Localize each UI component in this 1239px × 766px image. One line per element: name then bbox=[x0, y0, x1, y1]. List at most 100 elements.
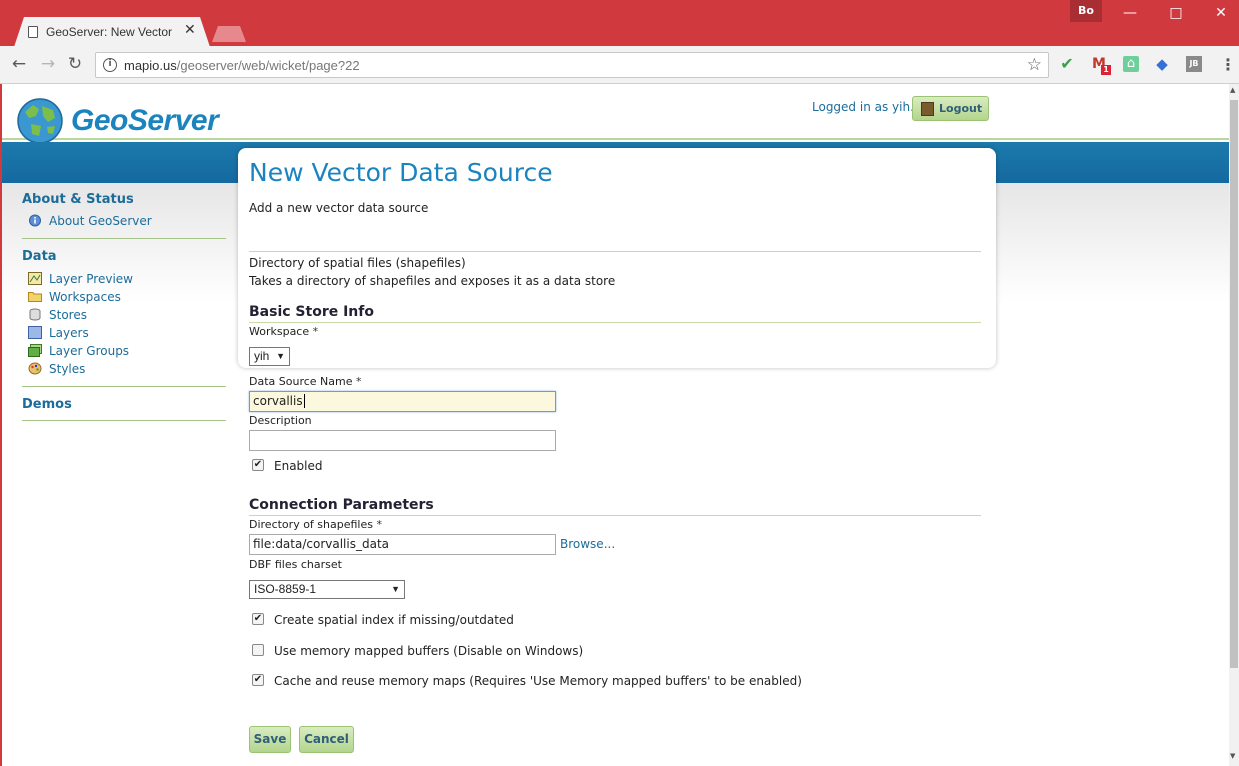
workspace-select[interactable]: yih ▼ bbox=[249, 347, 290, 366]
audio-extension-icon[interactable]: ⌂ bbox=[1123, 56, 1139, 72]
section-divider bbox=[249, 515, 981, 516]
reload-icon[interactable]: ↻ bbox=[65, 54, 85, 74]
jb-extension-icon[interactable]: JB bbox=[1186, 56, 1202, 72]
data-source-name-label: Data Source Name * bbox=[249, 375, 362, 388]
spatial-index-label: Create spatial index if missing/outdated bbox=[274, 613, 514, 627]
data-source-name-label-text: Data Source Name bbox=[249, 375, 353, 388]
memory-mapped-checkbox[interactable] bbox=[252, 644, 264, 656]
cache-memory-maps-label: Cache and reuse memory maps (Requires 'U… bbox=[274, 674, 802, 688]
window-close-icon[interactable]: ✕ bbox=[1206, 4, 1236, 22]
sidebar-item-workspaces[interactable]: Workspaces bbox=[22, 288, 226, 306]
logged-in-text: Logged in as yih. bbox=[812, 100, 914, 114]
sidebar-item-layer-groups[interactable]: Layer Groups bbox=[22, 342, 226, 360]
sidebar-divider bbox=[22, 386, 226, 387]
divider bbox=[249, 251, 981, 252]
url-text[interactable]: mapio.us/geoserver/web/wicket/page?22 bbox=[124, 58, 360, 73]
page-scrollbar[interactable]: ▲ ▼ bbox=[1229, 84, 1239, 766]
folder-icon bbox=[28, 292, 42, 302]
forward-icon[interactable]: → bbox=[38, 54, 58, 74]
scroll-up-icon[interactable]: ▲ bbox=[1230, 86, 1235, 94]
layers-extension-icon[interactable]: ◆ bbox=[1154, 56, 1170, 72]
basic-store-info-heading: Basic Store Info bbox=[249, 304, 374, 320]
sidebar-item-about-geoserver[interactable]: About GeoServer bbox=[22, 212, 226, 230]
database-icon bbox=[29, 308, 41, 321]
layer-icon bbox=[28, 326, 42, 339]
required-marker: * bbox=[312, 325, 319, 338]
sidebar-item-stores[interactable]: Stores bbox=[22, 306, 226, 324]
data-source-name-input[interactable]: corvallis bbox=[249, 391, 556, 412]
workspace-value: yih bbox=[254, 349, 270, 363]
minimize-icon[interactable]: — bbox=[1115, 4, 1145, 22]
page-icon bbox=[28, 26, 38, 38]
browser-titlebar: GeoServer: New Vector D ✕ Bo — □ ✕ bbox=[0, 0, 1239, 47]
bookmark-star-icon[interactable]: ☆ bbox=[1027, 55, 1042, 75]
sidebar-divider bbox=[22, 420, 226, 421]
window-border bbox=[0, 84, 2, 766]
scroll-down-icon[interactable]: ▼ bbox=[1230, 752, 1235, 760]
required-marker: * bbox=[376, 518, 382, 531]
sidebar-item-layer-preview[interactable]: Layer Preview bbox=[22, 270, 226, 288]
text-cursor bbox=[303, 394, 305, 408]
enabled-checkbox[interactable]: ✔ bbox=[252, 459, 264, 471]
logout-button[interactable]: Logout bbox=[912, 96, 989, 121]
back-icon[interactable]: ← bbox=[9, 54, 29, 74]
required-marker: * bbox=[356, 375, 362, 388]
enabled-label: Enabled bbox=[274, 459, 323, 473]
geoserver-logo-text[interactable]: GeoServer bbox=[71, 104, 219, 138]
connection-parameters-heading: Connection Parameters bbox=[249, 497, 434, 513]
spatial-index-checkbox[interactable]: ✔ bbox=[252, 613, 264, 625]
sidebar-heading-data[interactable]: Data bbox=[22, 249, 226, 264]
sidebar-item-layers[interactable]: Layers bbox=[22, 324, 226, 342]
address-bar[interactable]: i mapio.us/geoserver/web/wicket/page?22 … bbox=[95, 52, 1049, 78]
sidebar-item-label: Stores bbox=[49, 308, 87, 322]
workspace-label-text: Workspace bbox=[249, 325, 310, 338]
sidebar-nav: About & Status About GeoServer Data Laye… bbox=[22, 188, 226, 431]
directory-input[interactable]: file:data/corvallis_data bbox=[249, 534, 556, 555]
sidebar-item-label: About GeoServer bbox=[49, 214, 152, 228]
menu-icon[interactable]: ⋮ bbox=[1220, 55, 1236, 74]
tab-title: GeoServer: New Vector D bbox=[46, 25, 176, 39]
data-source-name-value: corvallis bbox=[253, 394, 303, 408]
sidebar-item-label: Layer Preview bbox=[49, 272, 133, 286]
memory-mapped-label: Use memory mapped buffers (Disable on Wi… bbox=[274, 644, 584, 658]
dropdown-arrow-icon: ▼ bbox=[276, 351, 285, 361]
geoserver-globe-icon bbox=[17, 98, 63, 144]
sidebar-item-styles[interactable]: Styles bbox=[22, 360, 226, 378]
url-path: /geoserver/web/wicket/page?22 bbox=[176, 58, 360, 73]
cancel-button[interactable]: Cancel bbox=[299, 726, 354, 753]
sidebar-item-label: Styles bbox=[49, 362, 86, 376]
scrollbar-thumb[interactable] bbox=[1230, 100, 1238, 668]
tab-close-icon[interactable]: ✕ bbox=[184, 22, 196, 38]
maximize-icon[interactable]: □ bbox=[1161, 4, 1191, 22]
workspace-label: Workspace * bbox=[249, 325, 318, 338]
store-type-name: Directory of spatial files (shapefiles) bbox=[249, 256, 466, 270]
sidebar-item-label: Workspaces bbox=[49, 290, 121, 304]
info-circle-icon bbox=[29, 214, 41, 227]
sidebar-heading-about[interactable]: About & Status bbox=[22, 192, 226, 207]
browse-link[interactable]: Browse... bbox=[560, 537, 615, 551]
profile-button[interactable]: Bo bbox=[1070, 0, 1102, 22]
logout-label: Logout bbox=[939, 102, 983, 115]
gmail-badge: 1 bbox=[1101, 65, 1111, 75]
section-divider bbox=[249, 322, 981, 323]
dropdown-arrow-icon: ▼ bbox=[391, 584, 400, 594]
charset-value: ISO-8859-1 bbox=[254, 582, 317, 596]
sidebar-divider bbox=[22, 238, 226, 239]
sidebar-heading-demos[interactable]: Demos bbox=[22, 397, 226, 412]
checkmark-extension-icon[interactable]: ✔ bbox=[1059, 56, 1075, 72]
cache-memory-maps-checkbox[interactable]: ✔ bbox=[252, 674, 264, 686]
palette-icon bbox=[28, 362, 42, 375]
info-icon[interactable]: i bbox=[103, 58, 117, 72]
save-button[interactable]: Save bbox=[249, 726, 291, 753]
geoserver-header: GeoServer Logged in as yih. Logout bbox=[0, 84, 1229, 144]
directory-label-text: Directory of shapefiles bbox=[249, 518, 373, 531]
browser-tab[interactable]: GeoServer: New Vector D ✕ bbox=[14, 17, 210, 47]
description-input[interactable] bbox=[249, 430, 556, 451]
charset-label: DBF files charset bbox=[249, 558, 342, 571]
new-tab-button[interactable] bbox=[212, 26, 246, 42]
url-host: mapio.us bbox=[124, 58, 177, 73]
page-viewport: GeoServer Logged in as yih. Logout About… bbox=[0, 84, 1229, 766]
gmail-extension-icon[interactable]: M1 bbox=[1091, 56, 1111, 75]
sidebar-item-label: Layer Groups bbox=[49, 344, 130, 358]
charset-select[interactable]: ISO-8859-1 ▼ bbox=[249, 580, 405, 599]
